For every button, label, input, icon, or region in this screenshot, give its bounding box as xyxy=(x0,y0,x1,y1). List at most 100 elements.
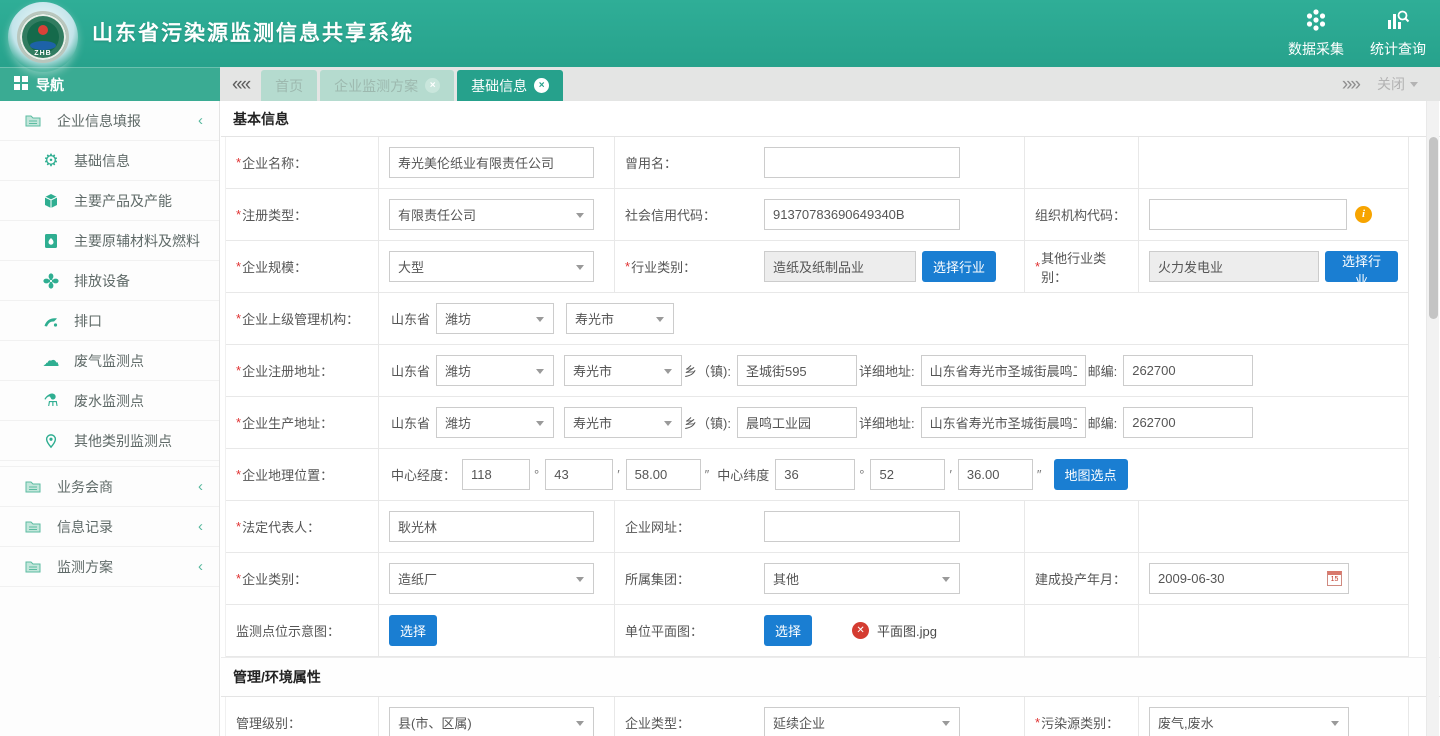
district-value: 寿光市 xyxy=(575,309,614,328)
parent-org-city-select[interactable]: 潍坊 xyxy=(436,303,554,334)
tab-basic-info[interactable]: 基础信息 xyxy=(457,70,563,101)
register-address-town-input[interactable] xyxy=(737,355,857,386)
org-code-input[interactable] xyxy=(1149,199,1347,230)
website-input[interactable] xyxy=(764,511,960,542)
select-industry-button[interactable]: 选择行业 xyxy=(922,251,996,282)
legal-person-input[interactable] xyxy=(389,511,594,542)
production-address-detail-input[interactable] xyxy=(921,407,1086,438)
tab-enterprise-monitor-plan[interactable]: 企业监测方案 xyxy=(320,70,454,101)
production-address-zip-input[interactable] xyxy=(1123,407,1253,438)
register-address-zip-input[interactable] xyxy=(1123,355,1253,386)
sidebar-item-gas-monitor-points[interactable]: ☁ 废气监测点 xyxy=(0,341,219,381)
register-address-city-select[interactable]: 潍坊 xyxy=(436,355,554,386)
sidebar-group-label: 业务会商 xyxy=(57,477,113,497)
folder-icon xyxy=(22,559,44,575)
double-chevron-right-icon[interactable]: »» xyxy=(1342,75,1359,94)
pollution-type-label: 污染源类别： xyxy=(1041,713,1119,732)
sidebar-item-basic-info[interactable]: ⚙ 基础信息 xyxy=(0,141,219,181)
stats-query-button[interactable]: 统计查询 xyxy=(1370,8,1426,59)
enterprise-class-select[interactable]: 造纸厂 xyxy=(389,563,594,594)
sidebar-item-emission-equipment[interactable]: 排放设备 xyxy=(0,261,219,301)
tab-basic-info-label: 基础信息 xyxy=(471,76,527,96)
tab-home[interactable]: 首页 xyxy=(261,70,317,101)
sidebar-group-enterprise-info[interactable]: 企业信息填报 xyxy=(0,101,219,141)
sidebar-item-outlets[interactable]: 排口 xyxy=(0,301,219,341)
choose-unit-plan-button[interactable]: 选择 xyxy=(764,615,812,646)
build-date-input[interactable] xyxy=(1149,563,1349,594)
pollution-type-select[interactable]: 废气,废水 xyxy=(1149,707,1349,736)
info-icon[interactable] xyxy=(1355,206,1372,223)
production-address-district-select[interactable]: 寿光市 xyxy=(564,407,682,438)
credit-code-label: 社会信用代码： xyxy=(625,205,716,224)
sidebar-item-label: 主要产品及产能 xyxy=(74,191,172,211)
credit-code-input[interactable] xyxy=(764,199,960,230)
latitude-sec-input[interactable] xyxy=(958,459,1033,490)
sidebar-item-products[interactable]: 主要产品及产能 xyxy=(0,181,219,221)
production-address-town-input[interactable] xyxy=(737,407,857,438)
scale-select[interactable]: 大型 xyxy=(389,251,594,282)
tab-strip: «« 首页 企业监测方案 基础信息 »» 关闭 xyxy=(220,67,1440,101)
degree-unit: ° xyxy=(859,467,864,482)
group-belong-value: 其他 xyxy=(773,569,799,588)
degree-unit: ° xyxy=(534,467,539,482)
mgmt-level-select[interactable]: 县(市、区属) xyxy=(389,707,594,736)
close-tabs-menu[interactable]: 关闭 xyxy=(1377,74,1418,94)
other-industry-label: 其他行业类别： xyxy=(1041,248,1128,286)
register-address-detail-input[interactable] xyxy=(921,355,1086,386)
longitude-sec-input[interactable] xyxy=(626,459,701,490)
geo-label: 企业地理位置： xyxy=(242,465,333,484)
enterprise-type-select[interactable]: 延续企业 xyxy=(764,707,960,736)
close-icon[interactable] xyxy=(425,78,440,93)
form-row: 管理级别： 县(市、区属) 企业类型： 延续企业 *污染源类别： 废气,废水 xyxy=(226,697,1408,736)
website-label: 企业网址： xyxy=(625,517,690,536)
zip-label: 邮编: xyxy=(1088,413,1118,432)
parent-org-district-select[interactable]: 寿光市 xyxy=(566,303,674,334)
required-marker: * xyxy=(236,519,241,534)
form-row: *企业名称： 曾用名： xyxy=(226,137,1408,189)
other-industry-input[interactable] xyxy=(1149,251,1319,282)
longitude-min-input[interactable] xyxy=(545,459,613,490)
calendar-icon[interactable] xyxy=(1327,571,1342,586)
register-type-value: 有限责任公司 xyxy=(398,205,476,224)
data-collection-button[interactable]: 数据采集 xyxy=(1288,8,1344,59)
sidebar-group-monitor-plan[interactable]: 监测方案 xyxy=(0,547,219,587)
folder-icon xyxy=(22,113,44,129)
register-type-select[interactable]: 有限责任公司 xyxy=(389,199,594,230)
app-header: ZHB 山东省污染源监测信息共享系统 数据采集 xyxy=(0,0,1440,67)
sidebar-group-info-records[interactable]: 信息记录 xyxy=(0,507,219,547)
stats-query-label: 统计查询 xyxy=(1370,39,1426,59)
chevron-left-icon xyxy=(198,519,203,534)
production-address-city-select[interactable]: 潍坊 xyxy=(436,407,554,438)
required-marker: * xyxy=(236,155,241,170)
enterprise-name-input[interactable] xyxy=(389,147,594,178)
latitude-min-input[interactable] xyxy=(870,459,945,490)
map-pick-button[interactable]: 地图选点 xyxy=(1054,459,1128,490)
form-row: *企业类别： 造纸厂 所属集团： 其他 建成投产年月： xyxy=(226,553,1408,605)
enterprise-class-label: 企业类别： xyxy=(242,569,307,588)
former-name-input[interactable] xyxy=(764,147,960,178)
sidebar-group-business-consult[interactable]: 业务会商 xyxy=(0,467,219,507)
enterprise-type-value: 延续企业 xyxy=(773,713,825,732)
sidebar-item-water-monitor-points[interactable]: ⚗ 废水监测点 xyxy=(0,381,219,421)
scrollbar-thumb[interactable] xyxy=(1429,137,1438,319)
required-marker: * xyxy=(236,259,241,274)
pollution-type-value: 废气,废水 xyxy=(1158,713,1214,732)
double-chevron-left-icon[interactable]: «« xyxy=(220,75,261,94)
sidebar-item-label: 主要原辅材料及燃料 xyxy=(74,231,200,251)
close-icon[interactable] xyxy=(534,78,549,93)
production-address-label: 企业生产地址： xyxy=(242,413,333,432)
sidebar-item-materials-fuel[interactable]: 主要原辅材料及燃料 xyxy=(0,221,219,261)
select-other-industry-button[interactable]: 选择行业 xyxy=(1325,251,1398,282)
sidebar: 企业信息填报 ⚙ 基础信息 主要产品及产能 主要原辅材料及燃料 排放设备 xyxy=(0,101,220,736)
province-label: 山东省 xyxy=(391,413,430,432)
latitude-deg-input[interactable] xyxy=(775,459,855,490)
delete-file-icon[interactable] xyxy=(852,622,869,639)
choose-monitor-sketch-button[interactable]: 选择 xyxy=(389,615,437,646)
sidebar-item-other-monitor-points[interactable]: 其他类别监测点 xyxy=(0,421,219,461)
map-pin-icon xyxy=(40,433,62,449)
longitude-deg-input[interactable] xyxy=(462,459,530,490)
group-belong-select[interactable]: 其他 xyxy=(764,563,960,594)
industry-input[interactable] xyxy=(764,251,916,282)
register-address-district-select[interactable]: 寿光市 xyxy=(564,355,682,386)
app-logo: ZHB xyxy=(8,2,78,72)
